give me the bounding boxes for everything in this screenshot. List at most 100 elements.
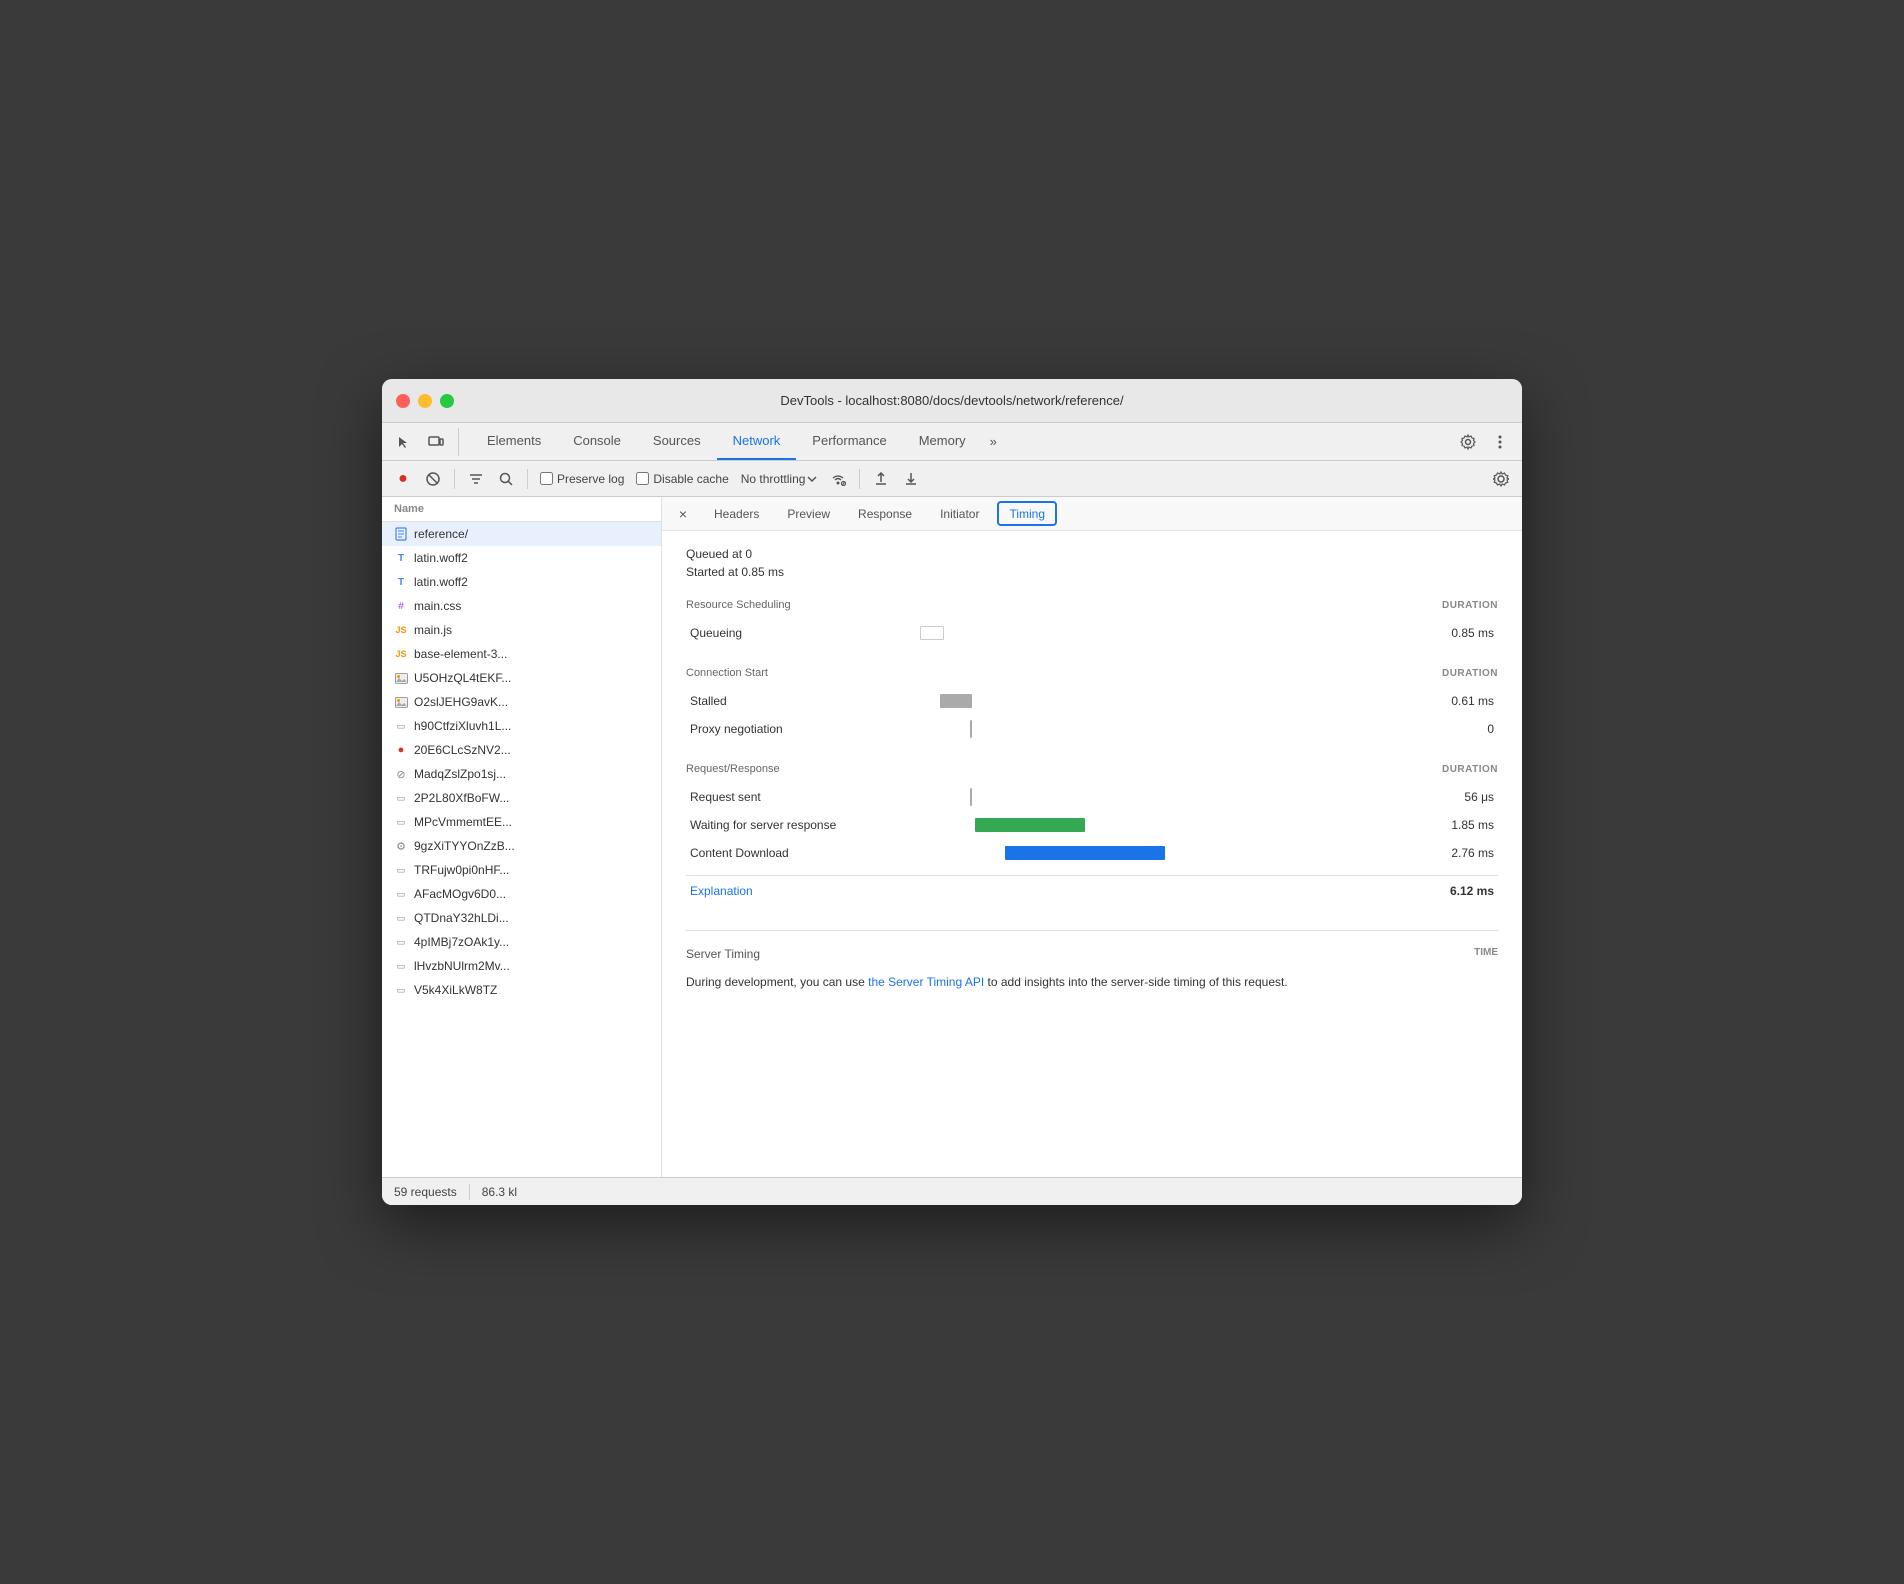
sidebar-item-name-3: main.css	[414, 599, 461, 613]
content-download-duration: 2.76 ms	[1434, 846, 1494, 860]
sidebar-item-name-13: 9gzXiTYYOnZzB...	[414, 839, 515, 853]
queueing-label: Queueing	[690, 626, 890, 640]
sidebar-header: Name	[382, 497, 661, 522]
queueing-row: Queueing 0.85 ms	[686, 619, 1498, 647]
stalled-bar-area	[890, 687, 1434, 715]
sidebar-item-2[interactable]: T latin.woff2	[382, 570, 661, 594]
maximize-button[interactable]	[440, 394, 454, 408]
preserve-log-input[interactable]	[540, 472, 553, 485]
tab-performance[interactable]: Performance	[796, 423, 902, 460]
request-sent-bar-area	[890, 783, 1434, 811]
sidebar-item-17[interactable]: ▭ 4pIMBj7zOAk1y...	[382, 930, 661, 954]
sidebar-item-12[interactable]: ▭ MPcVmmemtEE...	[382, 810, 661, 834]
sidebar-item-15[interactable]: ▭ AFacMOgv6D0...	[382, 882, 661, 906]
settings-icon[interactable]	[1454, 428, 1482, 456]
server-timing-section: Server Timing TIME During development, y…	[686, 930, 1498, 992]
tab-more[interactable]: »	[982, 434, 1005, 449]
sidebar-item-18[interactable]: ▭ lHvzbNUlrm2Mv...	[382, 954, 661, 978]
doc-icon-19: ▭	[394, 983, 408, 997]
sidebar-item-name-16: QTDnaY32hLDi...	[414, 911, 509, 925]
doc-icon-15: ▭	[394, 887, 408, 901]
stalled-duration: 0.61 ms	[1434, 694, 1494, 708]
disable-cache-input[interactable]	[636, 472, 649, 485]
sidebar-item-19[interactable]: ▭ V5k4XiLkW8TZ	[382, 978, 661, 1002]
tab-network[interactable]: Network	[717, 423, 797, 460]
waiting-duration: 1.85 ms	[1434, 818, 1494, 832]
stalled-bar	[940, 694, 972, 708]
request-response-header: Request/Response DURATION	[686, 763, 1498, 775]
proxy-bar-area	[890, 715, 1434, 743]
device-icon[interactable]	[422, 428, 450, 456]
queueing-bar	[920, 626, 944, 640]
filter-icon[interactable]	[463, 466, 489, 492]
server-timing-api-link[interactable]: the Server Timing API	[868, 975, 984, 989]
sidebar-item-10[interactable]: ⊘ MadqZslZpo1sj...	[382, 762, 661, 786]
sidebar-item-0[interactable]: reference/	[382, 522, 661, 546]
waiting-row: Waiting for server response 1.85 ms	[686, 811, 1498, 839]
started-at: Started at 0.85 ms	[686, 565, 1498, 579]
cursor-icon[interactable]	[390, 428, 418, 456]
devtools-tabs-bar: Elements Console Sources Network Perform…	[382, 423, 1522, 461]
sidebar-item-9[interactable]: ● 20E6CLcSzNV2...	[382, 738, 661, 762]
tab-sources[interactable]: Sources	[637, 423, 717, 460]
search-icon[interactable]	[493, 466, 519, 492]
stalled-bar-container	[890, 693, 1240, 709]
server-timing-header: Server Timing TIME	[686, 947, 1498, 961]
detail-tab-timing[interactable]: Timing	[997, 501, 1057, 526]
close-detail-button[interactable]: ×	[670, 501, 696, 527]
record-button[interactable]: ●	[390, 466, 416, 492]
disable-cache-checkbox[interactable]: Disable cache	[636, 472, 728, 486]
stalled-label: Stalled	[690, 694, 890, 708]
tab-elements[interactable]: Elements	[471, 423, 557, 460]
sidebar-item-name-18: lHvzbNUlrm2Mv...	[414, 959, 510, 973]
detail-tab-response[interactable]: Response	[844, 497, 926, 530]
sidebar-item-name-6: U5OHzQL4tEKF...	[414, 671, 511, 685]
sidebar-item-name-19: V5k4XiLkW8TZ	[414, 983, 497, 997]
sidebar-item-8[interactable]: ▭ h90CtfziXluvh1L...	[382, 714, 661, 738]
detail-tab-initiator[interactable]: Initiator	[926, 497, 993, 530]
more-options-icon[interactable]	[1486, 428, 1514, 456]
sidebar-item-7[interactable]: O2slJEHG9avK...	[382, 690, 661, 714]
js-icon-1: JS	[394, 623, 408, 637]
sidebar-item-5[interactable]: JS base-element-3...	[382, 642, 661, 666]
sidebar-item-13[interactable]: ⚙ 9gzXiTYYOnZzB...	[382, 834, 661, 858]
status-separator	[469, 1184, 470, 1200]
network-toolbar: ● Preserve log Disable cache No throttli…	[382, 461, 1522, 497]
waiting-bar	[975, 818, 1085, 832]
content-download-row: Content Download 2.76 ms	[686, 839, 1498, 867]
explanation-link[interactable]: Explanation	[690, 884, 753, 898]
minimize-button[interactable]	[418, 394, 432, 408]
traffic-lights	[396, 394, 454, 408]
resource-scheduling-title: Resource Scheduling	[686, 599, 791, 611]
image-icon-1	[394, 671, 408, 685]
throttle-dropdown[interactable]: No throttling	[737, 470, 822, 488]
sidebar-item-14[interactable]: ▭ TRFujw0pi0nHF...	[382, 858, 661, 882]
preserve-log-checkbox[interactable]: Preserve log	[540, 472, 624, 486]
detail-tab-headers[interactable]: Headers	[700, 497, 773, 530]
sidebar-item-11[interactable]: ▭ 2P2L80XfBoFW...	[382, 786, 661, 810]
sidebar-item-name-10: MadqZslZpo1sj...	[414, 767, 506, 781]
detail-tab-preview[interactable]: Preview	[773, 497, 844, 530]
sidebar-item-6[interactable]: U5OHzQL4tEKF...	[382, 666, 661, 690]
tab-memory[interactable]: Memory	[903, 423, 982, 460]
tab-console[interactable]: Console	[557, 423, 637, 460]
download-icon[interactable]	[898, 466, 924, 492]
upload-icon[interactable]	[868, 466, 894, 492]
sidebar-item-16[interactable]: ▭ QTDnaY32hLDi...	[382, 906, 661, 930]
close-button[interactable]	[396, 394, 410, 408]
network-settings-icon[interactable]	[1488, 466, 1514, 492]
sidebar-item-3[interactable]: # main.css	[382, 594, 661, 618]
sidebar-item-4[interactable]: JS main.js	[382, 618, 661, 642]
sidebar-item-1[interactable]: T latin.woff2	[382, 546, 661, 570]
stalled-row: Stalled 0.61 ms	[686, 687, 1498, 715]
request-sent-duration: 56 μs	[1434, 790, 1494, 804]
requests-count: 59 requests	[394, 1185, 457, 1199]
clear-button[interactable]	[420, 466, 446, 492]
doc-icon-11: ▭	[394, 791, 408, 805]
window-title: DevTools - localhost:8080/docs/devtools/…	[780, 393, 1123, 408]
sidebar-item-name-7: O2slJEHG9avK...	[414, 695, 508, 709]
waiting-bar-container	[890, 817, 1240, 833]
queueing-bar-area	[890, 619, 1434, 647]
wifi-settings-icon[interactable]	[825, 466, 851, 492]
sidebar-item-name-2: latin.woff2	[414, 575, 468, 589]
